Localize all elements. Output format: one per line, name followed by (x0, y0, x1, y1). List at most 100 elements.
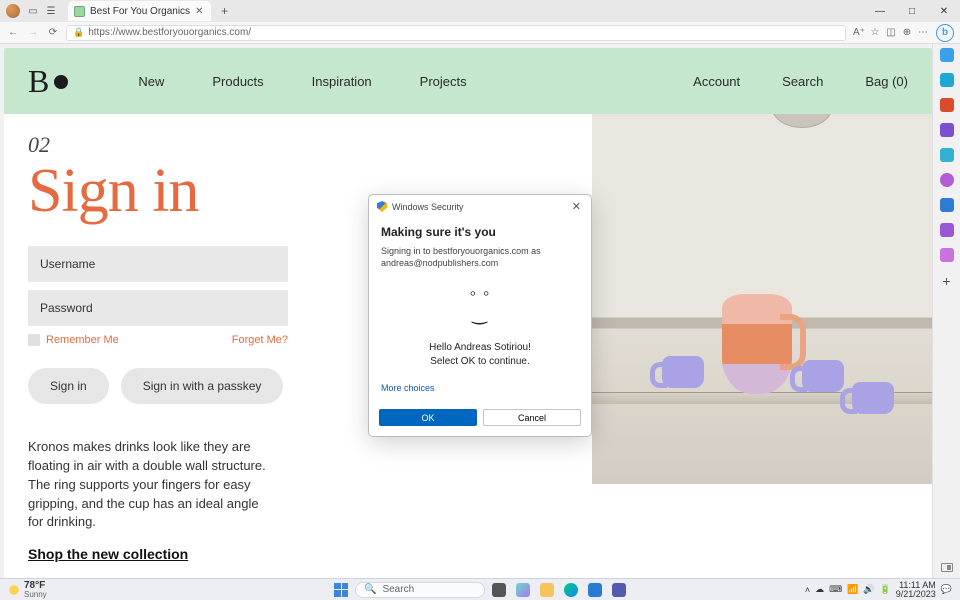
lamp-graphic (772, 114, 832, 154)
profile-avatar[interactable] (6, 4, 20, 18)
tray-battery-icon[interactable]: 🔋 (880, 584, 891, 595)
remember-me-toggle[interactable]: Remember Me (28, 334, 119, 346)
shield-icon (377, 201, 387, 212)
site-logo[interactable]: B (28, 63, 68, 100)
windows-taskbar: 78°F Sunny 🔍 Search ˄ ☁ ⌨ 📶 🔊 🔋 11:11 AM… (0, 578, 960, 600)
nav-search[interactable]: Search (782, 74, 823, 89)
nav-forward-button: → (26, 27, 40, 38)
promo-blurb: Kronos makes drinks look like they are f… (28, 438, 268, 532)
taskbar-teams-icon[interactable] (609, 582, 629, 598)
tray-chevron-icon[interactable]: ˄ (805, 585, 810, 595)
remember-label: Remember Me (46, 334, 119, 346)
favorite-icon[interactable]: ☆ (868, 27, 882, 38)
sidebar-shopping-icon[interactable] (940, 98, 954, 112)
nav-products[interactable]: Products (212, 74, 263, 89)
taskbar-edge-icon[interactable] (561, 582, 581, 598)
window-close-button[interactable]: ✕ (928, 0, 960, 22)
step-indicator: 02 (28, 132, 388, 158)
dialog-title: Windows Security (392, 202, 464, 212)
shop-collection-link[interactable]: Shop the new collection (28, 546, 388, 562)
tab-actions-icon[interactable]: ☰ (44, 4, 58, 18)
dialog-heading: Making sure it's you (381, 225, 579, 239)
nav-inspiration[interactable]: Inspiration (312, 74, 372, 89)
nav-bag[interactable]: Bag (0) (865, 74, 908, 89)
tray-language-icon[interactable]: ⌨ (829, 584, 842, 595)
passkey-button[interactable]: Sign in with a passkey (121, 368, 284, 404)
clock-date: 9/21/2023 (896, 590, 936, 599)
read-aloud-icon[interactable]: A⁺ (852, 27, 866, 38)
lock-icon: 🔒 (73, 27, 84, 38)
split-screen-icon[interactable]: ◫ (884, 27, 898, 38)
url-input[interactable]: 🔒 https://www.bestforyouorganics.com/ (66, 25, 846, 41)
page-heading: Sign in (28, 160, 388, 222)
tab-close-icon[interactable]: ✕ (195, 6, 203, 17)
dialog-close-button[interactable]: ✕ (570, 200, 583, 213)
window-titlebar: ▭ ☰ Best For You Organics ✕ + — □ ✕ (0, 0, 960, 22)
tray-onedrive-icon[interactable]: ☁ (815, 584, 824, 595)
more-choices-link[interactable]: More choices (381, 383, 579, 393)
taskbar-search-input[interactable]: 🔍 Search (355, 582, 485, 598)
search-placeholder: Search (382, 584, 414, 595)
sidebar-people-icon[interactable] (940, 123, 954, 137)
tray-wifi-icon[interactable]: 📶 (847, 584, 858, 595)
sidebar-add-icon[interactable]: + (942, 273, 950, 289)
jug-graphic (722, 294, 792, 394)
dialog-message: Hello Andreas Sotiriou! Select OK to con… (381, 341, 579, 369)
nav-account[interactable]: Account (693, 74, 740, 89)
tab-title: Best For You Organics (90, 6, 190, 17)
mug-graphic (662, 356, 704, 388)
start-button[interactable] (331, 582, 351, 598)
task-view-icon[interactable] (489, 582, 509, 598)
sidebar-drop-icon[interactable] (940, 223, 954, 237)
password-field[interactable]: Password (28, 290, 288, 326)
checkbox-icon[interactable] (28, 334, 40, 346)
sidebar-chat-icon[interactable] (940, 73, 954, 87)
tray-volume-icon[interactable]: 🔊 (863, 584, 874, 595)
windows-security-dialog: Windows Security ✕ Making sure it's you … (368, 194, 592, 437)
new-tab-button[interactable]: + (215, 4, 233, 18)
window-maximize-button[interactable]: □ (896, 0, 928, 22)
username-placeholder: Username (40, 257, 95, 271)
taskbar-store-icon[interactable] (585, 582, 605, 598)
taskbar-explorer-icon[interactable] (537, 582, 557, 598)
browser-tab[interactable]: Best For You Organics ✕ (68, 1, 211, 21)
dialog-subtext: Signing in to bestforyouorganics.com as … (381, 245, 579, 269)
weather-temp: 78°F (24, 581, 47, 591)
collections-icon[interactable]: ⊕ (900, 27, 914, 38)
search-icon: 🔍 (364, 584, 376, 595)
taskbar-clock[interactable]: 11:11 AM 9/21/2023 (896, 581, 936, 599)
taskbar-chat-icon[interactable] (513, 582, 533, 598)
nav-reload-button[interactable]: ⟳ (46, 27, 60, 38)
signin-button[interactable]: Sign in (28, 368, 109, 404)
forget-me-link[interactable]: Forget Me? (232, 334, 288, 346)
nav-new[interactable]: New (138, 74, 164, 89)
logo-dot-icon (54, 75, 68, 89)
edge-sidebar: + (932, 44, 960, 578)
favicon-icon (74, 6, 85, 17)
notifications-icon[interactable]: 💬 (941, 584, 952, 595)
dialog-instruction: Select OK to continue. (430, 356, 530, 367)
taskbar-weather-widget[interactable]: 78°F Sunny (8, 581, 47, 599)
password-placeholder: Password (40, 301, 93, 315)
username-field[interactable]: Username (28, 246, 288, 282)
mug-graphic (802, 360, 844, 392)
weather-condition: Sunny (24, 591, 47, 599)
copilot-icon[interactable]: b (936, 24, 954, 42)
dialog-cancel-button[interactable]: Cancel (483, 409, 581, 426)
mug-graphic (852, 382, 894, 414)
sidebar-doc-icon[interactable] (940, 198, 954, 212)
nav-projects[interactable]: Projects (420, 74, 467, 89)
hello-face-icon: ◦ ◦‿ (381, 283, 579, 325)
sidebar-settings-icon[interactable] (941, 563, 953, 572)
sidebar-bing-icon[interactable] (940, 48, 954, 62)
dialog-greeting: Hello Andreas Sotiriou! (429, 342, 531, 353)
hero-image (592, 114, 932, 484)
nav-back-button[interactable]: ← (6, 27, 20, 38)
sidebar-send-icon[interactable] (940, 148, 954, 162)
dialog-ok-button[interactable]: OK (379, 409, 477, 426)
sidebar-drop2-icon[interactable] (940, 248, 954, 262)
extensions-icon[interactable]: ⋯ (916, 27, 930, 38)
sidebar-ring-icon[interactable] (940, 173, 954, 187)
workspaces-icon[interactable]: ▭ (26, 4, 40, 18)
window-minimize-button[interactable]: — (864, 0, 896, 22)
